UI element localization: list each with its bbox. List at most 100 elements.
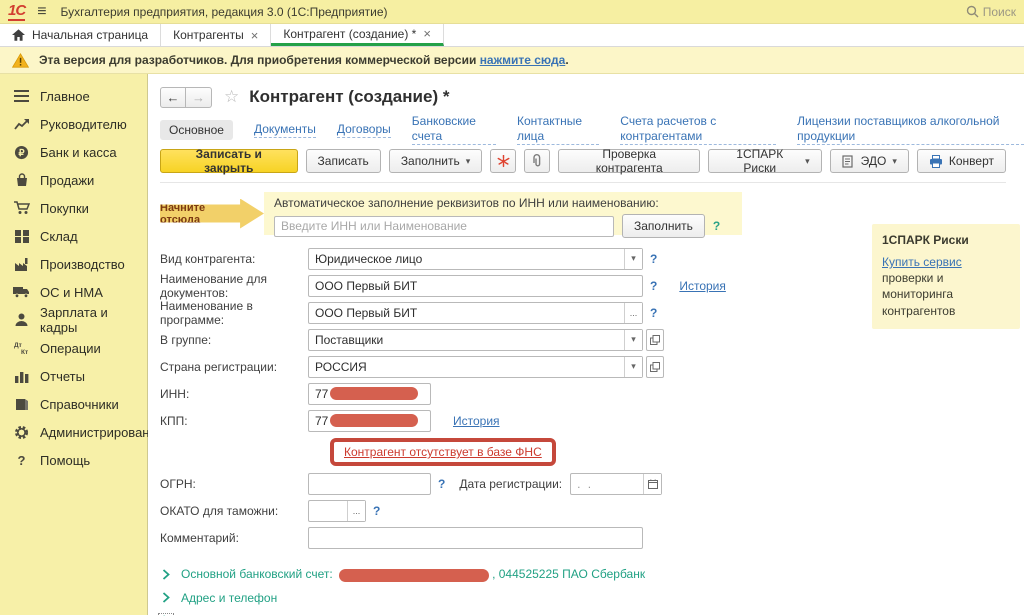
sidebar-item-directories[interactable]: Справочники (0, 390, 147, 418)
sidebar-item-operations[interactable]: ДтКт Операции (0, 334, 147, 362)
ogrn-input[interactable] (308, 473, 431, 495)
open-item-button[interactable] (646, 356, 664, 378)
kind-value: Юридическое лицо (309, 249, 624, 269)
spark-asterisk-button[interactable] (490, 149, 516, 173)
field-label: Наименование для документов: (160, 272, 308, 300)
ogrn-text-input[interactable] (309, 474, 430, 494)
open-item-button[interactable] (646, 329, 664, 351)
help-icon[interactable]: ? (650, 252, 657, 266)
close-icon[interactable]: × (423, 27, 431, 40)
kind-combobox[interactable]: Юридическое лицо ▾ (308, 248, 643, 270)
edo-button[interactable]: ЭДО▾ (830, 149, 909, 173)
reg-date-input[interactable]: . . (570, 473, 662, 495)
okato-input[interactable]: ... (308, 500, 366, 522)
red-asterisk-icon (497, 155, 510, 168)
section-bank-account[interactable]: Основной банковский счет: , 044525225 ПА… (160, 563, 860, 586)
chevron-down-icon[interactable]: ▾ (624, 330, 642, 350)
nav-osnovnoe[interactable]: Основное (160, 120, 233, 140)
fields-area: Вид контрагента: Юридическое лицо ▾ ? На… (160, 245, 860, 616)
page-title: Контрагент (создание) * (249, 87, 449, 107)
sidebar-item-sales[interactable]: Продажи (0, 166, 147, 194)
section-address-phone[interactable]: Адрес и телефон (160, 586, 860, 609)
fns-missing-link[interactable]: Контрагент отсутствует в базе ФНС (344, 445, 542, 459)
back-button[interactable]: ← (160, 87, 186, 108)
nav-dogovory[interactable]: Договоры (337, 122, 391, 138)
nav-contact-persons[interactable]: Контактные лица (517, 114, 599, 145)
section-contact-person[interactable]: Контактное лицо (160, 609, 860, 616)
envelope-button[interactable]: Конверт (917, 149, 1006, 173)
tab-kontragenty[interactable]: Контрагенты × (161, 24, 271, 46)
bag-icon (13, 172, 30, 188)
bar-chart-icon (13, 368, 30, 384)
svg-text:Кт: Кт (21, 349, 28, 355)
close-icon[interactable]: × (251, 29, 259, 42)
inn-name-search-input[interactable] (274, 216, 614, 237)
save-and-close-button[interactable]: Записать и закрыть (160, 149, 298, 173)
envelope-label: Конверт (949, 154, 994, 168)
sidebar-item-help[interactable]: ? Помощь (0, 446, 147, 474)
sidebar-item-label: ОС и НМА (40, 285, 103, 300)
forward-button[interactable]: → (186, 87, 212, 108)
comment-input[interactable] (308, 527, 643, 549)
name-app-input[interactable]: ООО Первый БИТ ... (308, 302, 643, 324)
edo-label: ЭДО (861, 154, 887, 168)
sidebar-item-label: Покупки (40, 201, 89, 216)
name-docs-value: ООО Первый БИТ (309, 276, 642, 296)
attachment-button[interactable] (524, 149, 550, 173)
buy-service-link[interactable]: Купить сервис (882, 255, 962, 269)
sidebar-item-reports[interactable]: Отчеты (0, 362, 147, 390)
help-icon[interactable]: ? (713, 219, 720, 233)
tabbar: Начальная страница Контрагенты × Контраг… (0, 24, 1024, 47)
history-link[interactable]: История (679, 279, 726, 293)
sidebar-item-os-nma[interactable]: ОС и НМА (0, 278, 147, 306)
tab-label: Контрагенты (173, 28, 244, 42)
group-combobox[interactable]: Поставщики ▾ (308, 329, 643, 351)
sidebar-item-administration[interactable]: Администрирование (0, 418, 147, 446)
okato-text-input[interactable] (309, 501, 347, 521)
calendar-icon[interactable] (643, 474, 661, 494)
sidebar-item-production[interactable]: Производство (0, 250, 147, 278)
chevron-down-icon: ▾ (805, 156, 810, 167)
ellipsis-button[interactable]: ... (624, 303, 642, 323)
history-link[interactable]: История (453, 414, 500, 428)
help-icon[interactable]: ? (650, 306, 657, 320)
sidebar-item-label: Помощь (40, 453, 90, 468)
sidebar-item-main[interactable]: Главное (0, 82, 147, 110)
sidebar-item-purchases[interactable]: Покупки (0, 194, 147, 222)
chevron-down-icon[interactable]: ▾ (624, 357, 642, 377)
sidebar-item-warehouse[interactable]: Склад (0, 222, 147, 250)
buy-commercial-link[interactable]: нажмите сюда (480, 53, 566, 67)
chevron-down-icon[interactable]: ▾ (624, 249, 642, 269)
check-contractor-button[interactable]: Проверка контрагента (558, 149, 700, 173)
sidebar-item-bank-cash[interactable]: ₽ Банк и касса (0, 138, 147, 166)
nav-bank-accounts[interactable]: Банковские счета (412, 114, 496, 145)
autofill-fill-button[interactable]: Заполнить (622, 214, 705, 238)
field-group: В группе: Поставщики ▾ (160, 326, 860, 353)
country-combobox[interactable]: РОССИЯ ▾ (308, 356, 643, 378)
ellipsis-button[interactable]: ... (347, 501, 365, 521)
help-icon[interactable]: ? (650, 279, 657, 293)
dev-version-banner: Эта версия для разработчиков. Для приобр… (0, 47, 1024, 74)
global-search[interactable]: Поиск (966, 5, 1016, 19)
fill-dropdown-button[interactable]: Заполнить▾ (389, 149, 482, 173)
sidebar-item-manager[interactable]: Руководителю (0, 110, 147, 138)
inn-input[interactable]: 77 (308, 383, 431, 405)
nav-dokumenty[interactable]: Документы (254, 122, 316, 138)
nav-settlement-accounts[interactable]: Счета расчетов с контрагентами (620, 114, 776, 145)
country-value: РОССИЯ (309, 357, 624, 377)
open-in-new-icon (650, 362, 660, 372)
kpp-input[interactable]: 77 (308, 410, 431, 432)
help-icon[interactable]: ? (438, 477, 445, 491)
favorite-star-icon[interactable]: ☆ (224, 87, 239, 107)
tab-home[interactable]: Начальная страница (0, 24, 161, 46)
tab-kontragent-create[interactable]: Контрагент (создание) * × (271, 24, 444, 46)
comment-text-input[interactable] (309, 528, 642, 548)
help-icon[interactable]: ? (373, 504, 380, 518)
main-menu-icon[interactable]: ≡ (37, 3, 46, 21)
spark-risks-button[interactable]: 1СПАРК Риски ▾ (708, 149, 821, 173)
spark-risks-label: 1СПАРК Риски (720, 147, 799, 175)
sidebar-item-salary-hr[interactable]: Зарплата и кадры (0, 306, 147, 334)
save-button[interactable]: Записать (306, 149, 381, 173)
name-docs-input[interactable]: ООО Первый БИТ (308, 275, 643, 297)
nav-alcohol-licenses[interactable]: Лицензии поставщиков алкогольной продукц… (797, 114, 1024, 145)
